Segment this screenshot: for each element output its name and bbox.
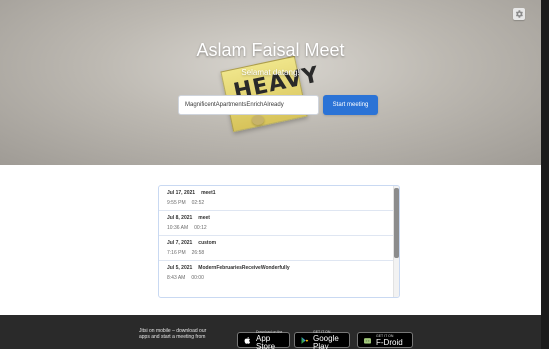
- meeting-title: meet: [198, 215, 210, 221]
- meeting-time: 10:36 AM: [167, 225, 189, 231]
- meeting-date: Jul 7, 2021: [167, 240, 193, 246]
- app-store-text: Download on the App Store: [256, 330, 284, 351]
- recent-meetings-list: Jul 17, 2021 meet1 9:55 PM 02:52 Jul 8, …: [158, 185, 400, 298]
- meeting-duration: 26:58: [191, 250, 205, 256]
- google-play-label: Google Play: [313, 333, 339, 351]
- f-droid-small: GET IT ON: [376, 333, 394, 338]
- footer: Jitsi on mobile – download our apps and …: [0, 315, 541, 351]
- meeting-time: 8:43 AM: [167, 275, 186, 281]
- mobile-apps-text: Jitsi on mobile – download our apps and …: [139, 328, 231, 340]
- recent-meeting-item[interactable]: Jul 17, 2021 meet1 9:55 PM 02:52: [159, 186, 394, 211]
- welcome-subtitle: Selamat datang!: [241, 68, 300, 77]
- meeting-duration: 00:12: [194, 225, 207, 231]
- app-store-label: App Store: [256, 333, 276, 351]
- f-droid-text: GET IT ON F-Droid: [376, 334, 403, 347]
- settings-button[interactable]: [513, 8, 525, 20]
- meeting-title: custom: [198, 240, 217, 246]
- recent-meetings-items: Jul 17, 2021 meet1 9:55 PM 02:52 Jul 8, …: [159, 186, 394, 297]
- f-droid-label: F-Droid: [376, 337, 403, 347]
- f-droid-icon: [364, 337, 371, 343]
- app-store-small: Download on the: [256, 329, 283, 334]
- meeting-title: ModernFebruariesReceiveWonderfully: [198, 265, 290, 271]
- start-meeting-button[interactable]: Start meeting: [323, 95, 378, 115]
- meeting-duration: 02:52: [191, 200, 205, 206]
- page-title: Aslam Faisal Meet: [196, 40, 345, 60]
- gear-icon: [515, 10, 523, 18]
- hero-banner: HEAVY Aslam Faisal Meet Selamat datang! …: [0, 0, 541, 165]
- meeting-date: Jul 8, 2021: [167, 215, 193, 221]
- room-name-input[interactable]: MagnificentApartmentsEnrichAlready: [178, 95, 319, 115]
- right-edge-strip: [541, 0, 549, 349]
- meeting-date: Jul 5, 2021: [167, 265, 193, 271]
- pushpin-icon: [252, 115, 264, 125]
- recent-meeting-item[interactable]: Jul 5, 2021 ModernFebruariesReceiveWonde…: [159, 261, 394, 286]
- recent-meeting-item[interactable]: Jul 7, 2021 custom 7:16 PM 26:58: [159, 236, 394, 261]
- google-play-small: GET IT ON: [313, 329, 331, 334]
- meeting-date: Jul 17, 2021: [167, 190, 196, 196]
- google-play-icon: [301, 336, 309, 344]
- scrollbar-thumb[interactable]: [394, 188, 399, 258]
- google-play-badge[interactable]: GET IT ON Google Play: [294, 330, 350, 351]
- google-play-text: GET IT ON Google Play: [313, 330, 344, 351]
- apple-icon: [244, 336, 251, 344]
- f-droid-badge[interactable]: GET IT ON F-Droid: [357, 332, 413, 348]
- recent-meeting-item[interactable]: Jul 8, 2021 meet 10:36 AM 00:12: [159, 211, 394, 236]
- meeting-time: 7:16 PM: [167, 250, 186, 256]
- meeting-time: 9:55 PM: [167, 200, 186, 206]
- recent-meetings-scrollbar[interactable]: [393, 186, 399, 297]
- mobile-text-line-2: apps and start a meeting from: [139, 334, 206, 340]
- app-store-badge[interactable]: Download on the App Store: [237, 330, 290, 351]
- meeting-title: meet1: [201, 190, 216, 196]
- meeting-duration: 00:00: [191, 275, 204, 281]
